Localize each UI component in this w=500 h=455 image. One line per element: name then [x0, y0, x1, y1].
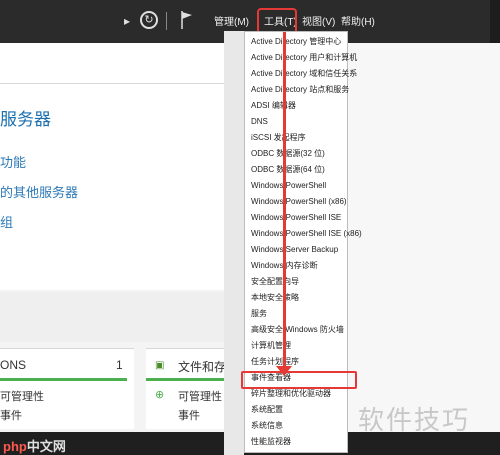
dropdown-shadow: [224, 31, 244, 455]
lower-panel: [0, 292, 224, 342]
tools-menu-item[interactable]: Active Directory 管理中心: [251, 35, 341, 49]
tile-file-storage-events[interactable]: 事件: [178, 407, 200, 423]
tile-dns-manageability[interactable]: 可管理性: [0, 388, 44, 404]
tools-menu-item[interactable]: ODBC 数据源(32 位): [251, 147, 325, 161]
tile-file-storage-status-bar: [146, 378, 224, 381]
tools-menu-item[interactable]: Active Directory 域和信任关系: [251, 67, 357, 81]
right-column: [348, 43, 500, 455]
tile-dns-status-bar: [0, 378, 127, 381]
tools-menu-item[interactable]: DNS: [251, 115, 268, 129]
tools-menu-item[interactable]: 性能监视器: [251, 435, 291, 449]
welcome-link-other-servers[interactable]: 的其他服务器: [0, 182, 78, 201]
tools-menu-item[interactable]: 安全配置向导: [251, 275, 299, 289]
notification-flag-icon[interactable]: [180, 10, 194, 30]
tile-file-storage-name: 文件和存: [178, 360, 227, 374]
tools-menu-item[interactable]: 高级安全 Windows 防火墙: [251, 323, 344, 337]
brand-logo: php中文网: [3, 439, 66, 454]
event-viewer-callout: [241, 371, 357, 389]
welcome-title: 服务器: [0, 110, 51, 129]
toolbar-separator: [166, 12, 167, 30]
tools-menu-item[interactable]: Active Directory 站点和服务: [251, 83, 349, 97]
tools-menu-item[interactable]: Windows PowerShell ISE: [251, 211, 341, 225]
tools-menu-item[interactable]: ADSI 编辑器: [251, 99, 296, 113]
folder-icon: ▣: [155, 360, 165, 371]
welcome-link-group[interactable]: 组: [0, 212, 13, 231]
dropdown-arrow-icon[interactable]: ▸: [124, 14, 130, 28]
tile-dns-count: 1: [116, 358, 123, 372]
tools-menu-item[interactable]: Windows PowerShell (x86): [251, 195, 347, 209]
tools-menu-item[interactable]: 系统配置: [251, 403, 283, 417]
tools-menu-item[interactable]: 系统信息: [251, 419, 283, 433]
side-panel: [490, 0, 500, 43]
tools-menu-item[interactable]: ODBC 数据源(64 位): [251, 163, 325, 177]
tools-menu-item[interactable]: 本地安全策略: [251, 291, 299, 305]
check-circle-icon: ⊕: [155, 389, 165, 401]
welcome-link-features[interactable]: 功能: [0, 152, 26, 171]
menu-help[interactable]: 帮助(H): [341, 13, 375, 28]
menu-view[interactable]: 视图(V): [302, 13, 335, 28]
tile-dns-name: ONS: [0, 358, 27, 372]
header-strip: [0, 43, 224, 84]
callout-arrow-line: [283, 32, 286, 372]
tools-menu-item[interactable]: iSCSI 发起程序: [251, 131, 306, 145]
tile-file-storage-manageability[interactable]: 可管理性: [178, 388, 222, 404]
tools-menu-item[interactable]: 服务: [251, 307, 267, 321]
tools-menu-item[interactable]: Windows PowerShell: [251, 179, 326, 193]
menu-manage[interactable]: 管理(M): [214, 13, 249, 28]
tools-menu-item[interactable]: 碎片整理和优化驱动器: [251, 387, 331, 401]
tools-menu-item[interactable]: Windows PowerShell ISE (x86): [251, 227, 362, 241]
refresh-icon[interactable]: ↻: [140, 11, 158, 29]
tile-dns-events[interactable]: 事件: [0, 407, 22, 423]
watermark: 软件技巧: [358, 405, 471, 435]
tools-menu-item[interactable]: Active Directory 用户和计算机: [251, 51, 357, 65]
tools-menu-item[interactable]: Windows Server Backup: [251, 243, 338, 257]
